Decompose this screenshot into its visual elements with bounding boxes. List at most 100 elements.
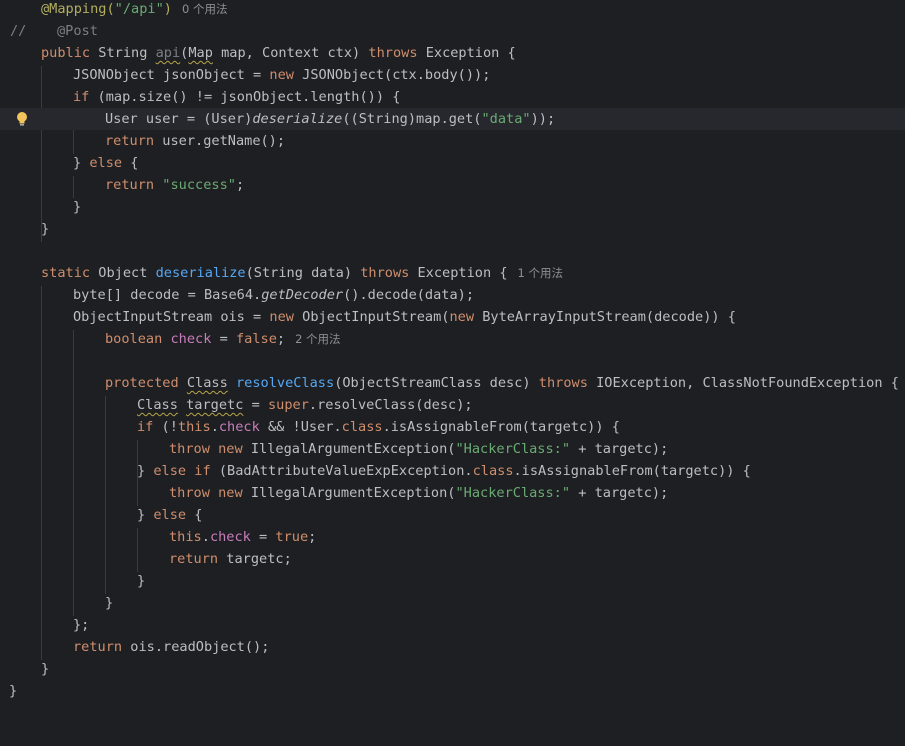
commented-annotation: @Post [57,23,98,39]
code-text: JSONObject jsonObject = [73,67,270,83]
code-line-current[interactable]: User user = (User)deserialize((String)ma… [0,108,905,130]
code-text: (map.size() != jsonObject.length()) { [89,89,401,105]
code-line[interactable]: } else { [0,152,905,174]
string-token: "data" [481,111,531,127]
code-line[interactable]: public String api(Map map, Context ctx) … [0,42,905,64]
code-text: } [73,155,90,171]
keyword-token: class [472,463,514,479]
code-text: = [243,397,268,413]
keyword-token: else [153,507,187,523]
code-line[interactable]: boolean check = false; 2 个用法 [0,328,905,350]
usage-hint[interactable]: 2 个用法 [295,332,340,346]
keyword-token: protected [105,375,179,391]
code-text: ; [308,529,317,545]
method-call-token: getDecoder [261,287,344,303]
code-line[interactable]: if (!this.check && !User.class.isAssigna… [0,416,905,438]
code-line[interactable]: @Mapping("/api") 0 个用法 [0,0,905,20]
code-editor[interactable]: @Mapping("/api") 0 个用法 // @Post public St… [0,0,905,713]
code-line[interactable]: static Object deserialize(String data) t… [0,262,905,284]
code-line[interactable]: protected Class resolveClass(ObjectStrea… [0,372,905,394]
usage-hint[interactable]: 1 个用法 [518,266,563,280]
keyword-token: throw [169,441,210,457]
code-line[interactable]: ObjectInputStream ois = new ObjectInputS… [0,306,905,328]
code-line[interactable]: return user.getName(); [0,130,905,152]
keyword-token: new [269,309,294,325]
type-token: Class [186,375,228,391]
keyword-token: else [89,155,123,171]
keyword-token: throw [169,485,210,501]
keyword-token: new [449,309,475,325]
code-text: .isAssignableFrom(targetc)) { [513,463,751,479]
code-line[interactable]: } [0,592,905,614]
code-text: (! [153,419,178,435]
code-text: Exception { [417,45,516,61]
method-name-api: api [155,45,181,61]
code-line[interactable]: return "success"; [0,174,905,196]
keyword-token: this [169,529,202,545]
code-text: = [250,529,276,545]
usage-hint[interactable]: 0 个用法 [182,2,227,16]
variable-token: targetc [186,397,244,413]
code-line[interactable]: // @Post [0,20,905,42]
code-text: . [201,529,210,545]
code-text: String [90,45,156,61]
code-text: + targetc); [570,485,669,501]
code-line[interactable]: throw new IllegalArgumentException("Hack… [0,438,905,460]
code-text: ObjectInputStream( [293,309,450,325]
code-text: user.getName(); [154,133,286,149]
code-text: = [211,331,236,347]
code-text: ois.readObject(); [122,639,270,655]
code-line[interactable]: throw new IllegalArgumentException("Hack… [0,482,905,504]
string-token: "HackerClass:" [455,485,571,501]
keyword-token: throws [368,45,418,61]
code-text: byte[] decode = Base64. [73,287,262,303]
code-line[interactable]: } [0,196,905,218]
code-line[interactable]: return targetc; [0,548,905,570]
code-line[interactable]: return ois.readObject(); [0,636,905,658]
code-line[interactable]: if (map.size() != jsonObject.length()) { [0,86,905,108]
code-text: } [137,507,154,523]
code-text: } [9,683,18,699]
code-line[interactable]: }; [0,614,905,636]
string-token: "HackerClass:" [455,441,571,457]
lightbulb-icon[interactable] [15,111,29,127]
code-text: } [41,221,50,237]
code-line[interactable]: } else { [0,504,905,526]
keyword-token: return [73,639,123,655]
code-line[interactable]: this.check = true; [0,526,905,548]
code-text: } [73,199,82,215]
keyword-token: static [41,265,91,281]
keyword-token: new [218,441,243,457]
code-line[interactable]: } else if (BadAttributeValueExpException… [0,460,905,482]
keyword-token: new [269,67,294,83]
code-text: IOException, ClassNotFoundException { [587,375,899,391]
line-comment-marker: // [10,23,27,39]
code-line[interactable]: byte[] decode = Base64.getDecoder().deco… [0,284,905,306]
code-text: map, Context ctx) [212,45,369,61]
code-text: ((String)map.get( [342,111,482,127]
code-text: ().decode(data); [343,287,475,303]
keyword-token: false [235,331,277,347]
code-text: }; [73,617,90,633]
type-token: Class [137,397,178,413]
field-token: check [170,331,212,347]
keyword-token: boolean [105,331,163,347]
keyword-token: return [105,133,155,149]
code-line[interactable]: } [0,570,905,592]
code-line[interactable]: } [0,218,905,240]
code-line[interactable]: } [0,658,905,680]
code-line[interactable]: } [0,680,905,702]
code-line[interactable]: Class targetc = super.resolveClass(desc)… [0,394,905,416]
code-line[interactable]: JSONObject jsonObject = new JSONObject(c… [0,64,905,86]
keyword-token: else if [153,463,211,479]
code-text: } [41,661,50,677]
code-text: && !User. [259,419,342,435]
field-token: check [218,419,260,435]
code-text: + targetc); [570,441,669,457]
keyword-token: if [73,89,90,105]
